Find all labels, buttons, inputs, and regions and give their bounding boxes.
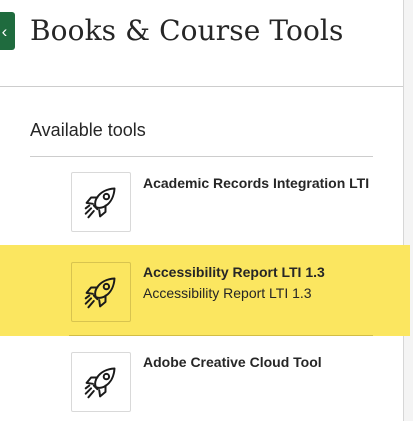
page-title: Books & Course Tools xyxy=(30,14,344,47)
tool-item-accessibility-report[interactable]: Accessibility Report LTI 1.3 Accessibili… xyxy=(0,245,410,336)
rocket-icon xyxy=(84,277,116,309)
item-divider xyxy=(69,335,373,336)
tool-icon-box xyxy=(71,262,131,322)
tool-item-academic-records[interactable]: Academic Records Integration LTI xyxy=(0,157,410,245)
close-panel-button[interactable]: ‹ xyxy=(0,12,15,50)
tool-name: Adobe Creative Cloud Tool xyxy=(143,354,322,370)
tool-item-adobe-creative-cloud[interactable]: Adobe Creative Cloud Tool xyxy=(0,337,410,421)
rocket-icon xyxy=(84,367,116,399)
tool-name: Accessibility Report LTI 1.3 xyxy=(143,264,325,280)
tool-description: Accessibility Report LTI 1.3 xyxy=(143,285,312,301)
section-heading: Available tools xyxy=(30,120,146,140)
tool-icon-box xyxy=(71,172,131,232)
chevron-left-icon: ‹ xyxy=(1,21,8,41)
rocket-icon xyxy=(84,187,116,219)
tool-icon-box xyxy=(71,352,131,412)
tool-name: Academic Records Integration LTI xyxy=(143,175,370,191)
header-divider xyxy=(0,86,403,87)
